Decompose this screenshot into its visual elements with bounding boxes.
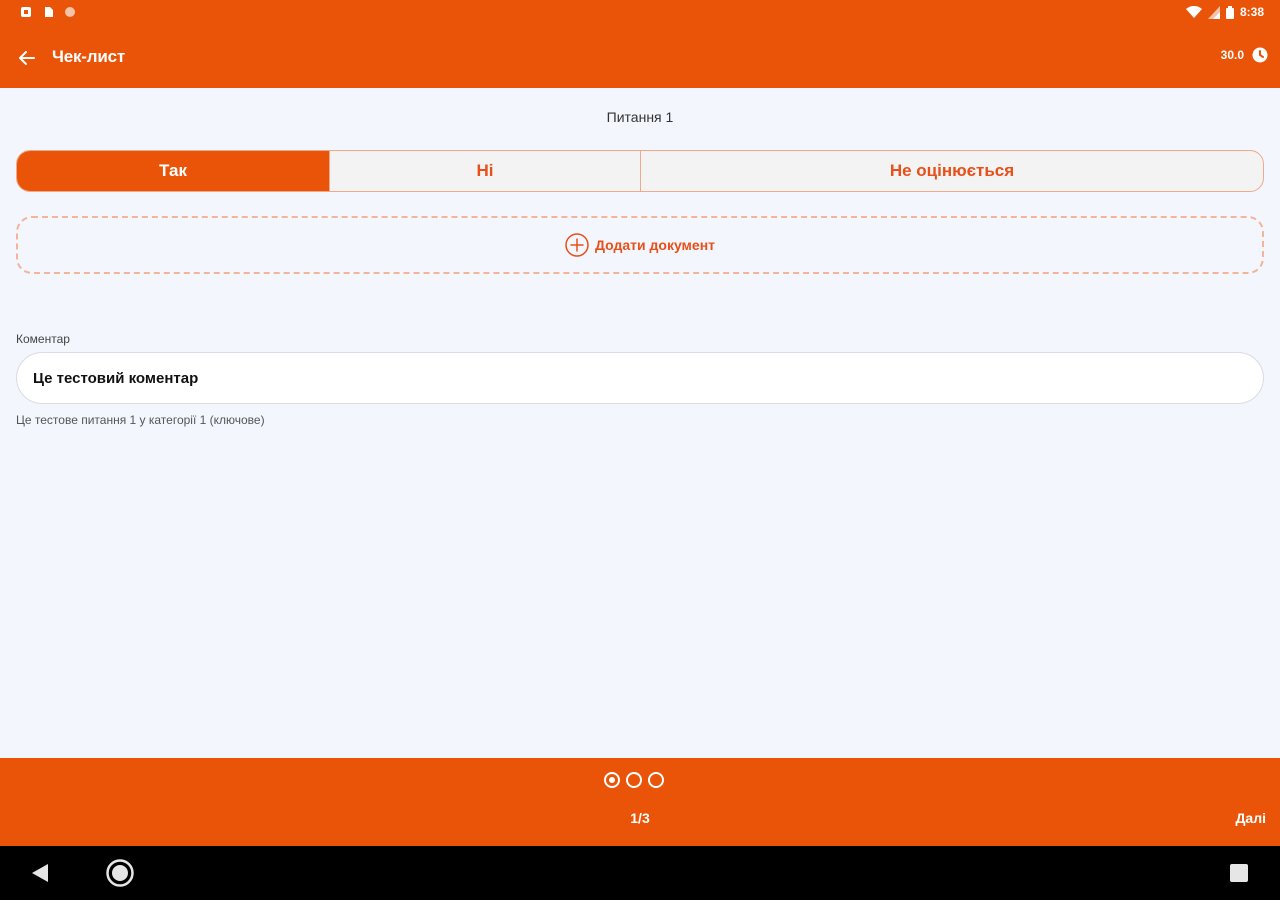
page-counter: 1/3 <box>630 810 650 826</box>
battery-icon <box>1225 5 1234 19</box>
status-right: 8:38 <box>1185 5 1264 19</box>
answer-option-no[interactable]: Ні <box>329 151 641 191</box>
page-dot-3[interactable] <box>648 772 664 788</box>
question-helper-text: Це тестове питання 1 у категорії 1 (ключ… <box>16 413 265 427</box>
system-nav-bar <box>0 846 1280 900</box>
comment-label: Коментар <box>16 332 70 346</box>
clock-icon[interactable] <box>1252 47 1268 63</box>
page-title: Чек-лист <box>52 47 125 66</box>
score-value: 30.0 <box>1220 48 1244 62</box>
answer-segmented-control: Так Ні Не оцінюється <box>16 150 1264 192</box>
plus-circle-icon <box>565 233 589 257</box>
add-document-label: Додати документ <box>594 237 716 253</box>
nav-recents-icon[interactable] <box>1230 864 1248 882</box>
page-dot-2[interactable] <box>626 772 642 788</box>
comment-input[interactable] <box>16 352 1264 404</box>
signal-icon <box>1207 5 1220 19</box>
page-dot-1[interactable] <box>604 772 620 788</box>
bottom-pager-bar: 1/3 Далі <box>0 758 1280 846</box>
next-button[interactable]: Далі <box>1235 810 1266 826</box>
wifi-icon <box>1185 5 1202 18</box>
status-left-icons <box>20 6 76 18</box>
nav-home-icon[interactable] <box>106 859 134 887</box>
arrow-left-icon <box>19 51 35 65</box>
answer-option-not-rated[interactable]: Не оцінюється <box>641 151 1263 191</box>
question-title: Питання 1 <box>606 109 674 125</box>
page-indicator <box>604 772 664 788</box>
status-bar: 8:38 <box>0 0 1280 28</box>
back-button[interactable] <box>14 46 40 70</box>
nav-back-icon[interactable] <box>30 863 50 883</box>
sd-card-icon <box>45 7 53 17</box>
circle-icon <box>65 7 75 17</box>
notification-icon <box>21 7 31 17</box>
score-indicator: 30.0 <box>1221 47 1268 63</box>
answer-option-yes[interactable]: Так <box>17 151 329 191</box>
app-bar: Чек-лист 30.0 <box>0 28 1280 88</box>
add-document-button[interactable]: Додати документ <box>16 216 1264 274</box>
status-time: 8:38 <box>1239 5 1264 19</box>
